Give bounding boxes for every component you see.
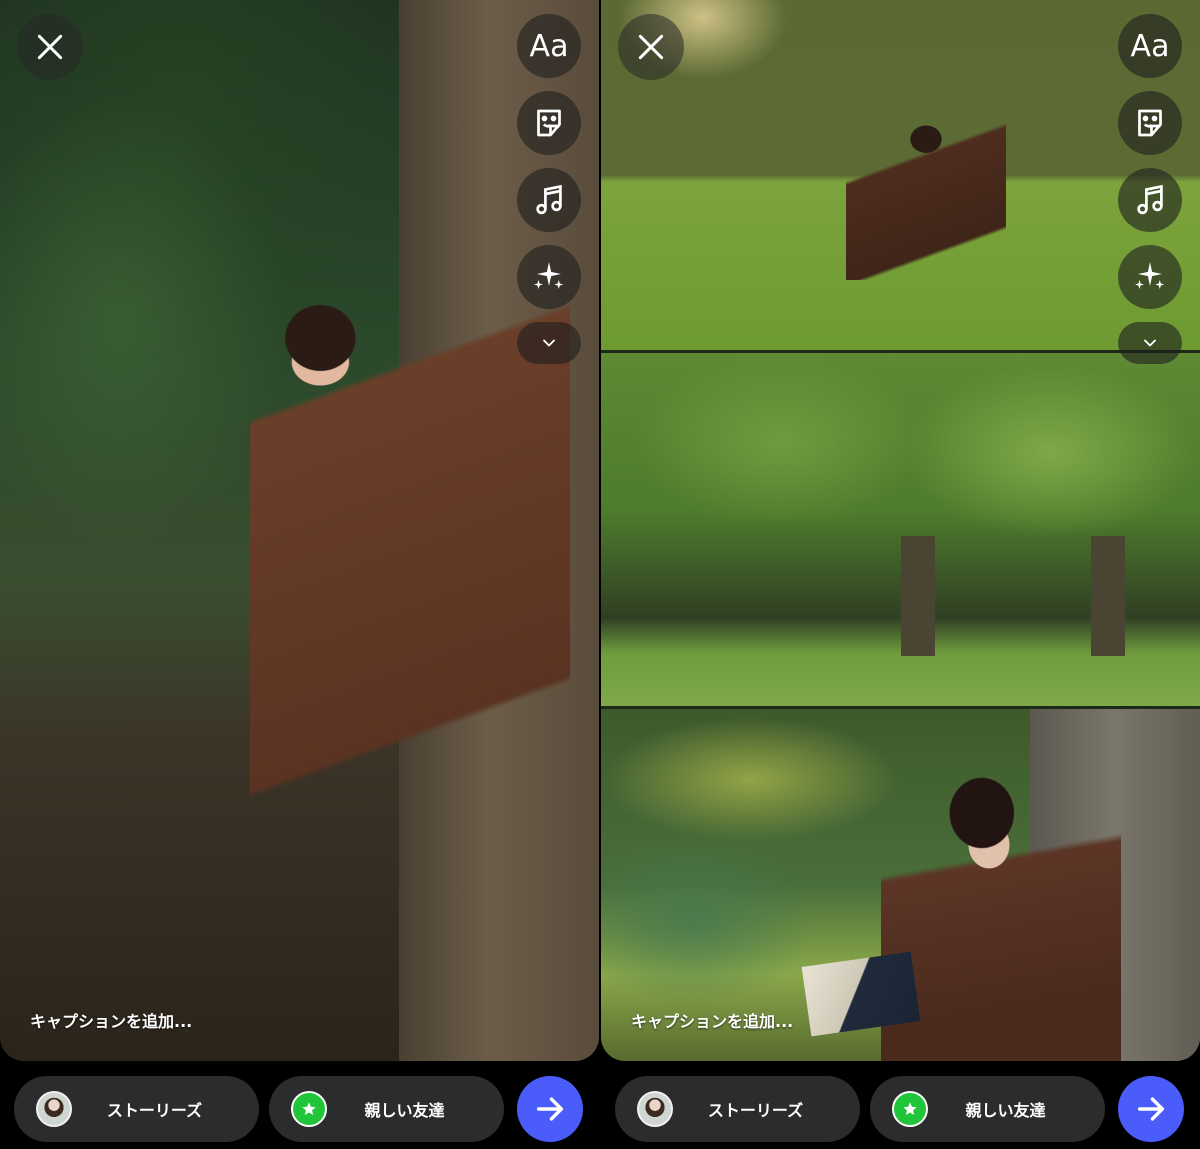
music-button[interactable] (1118, 168, 1182, 232)
send-button[interactable] (1118, 1076, 1184, 1142)
send-button[interactable] (517, 1076, 583, 1142)
caption-input[interactable]: キャプションを追加... (30, 1008, 192, 1032)
photo-forest-tree-portrait (0, 0, 599, 1061)
share-to-close-friends-button[interactable]: 親しい友達 (870, 1076, 1105, 1142)
chevron-down-icon (543, 339, 555, 347)
close-icon (37, 34, 63, 60)
music-icon (1137, 184, 1163, 215)
sticker-icon (537, 109, 561, 137)
story-editor-right: Aa キャプションを追加... ストーリーズ 親しい友達 (601, 0, 1200, 1149)
effects-button[interactable] (517, 245, 581, 309)
music-icon (536, 184, 562, 215)
story-canvas[interactable]: Aa キャプションを追加... (601, 0, 1200, 1061)
sparkle-effects-icon (534, 262, 564, 289)
star-icon (903, 1102, 917, 1115)
stories-label: ストーリーズ (106, 1101, 203, 1120)
photo-meadow-reading (601, 0, 1200, 350)
close-friends-badge (291, 1091, 327, 1127)
more-tools-button[interactable] (1118, 322, 1182, 364)
share-bar: ストーリーズ 親しい友達 (0, 1076, 599, 1142)
close-icon (638, 34, 664, 60)
avatar (637, 1091, 673, 1127)
more-tools-button[interactable] (517, 322, 581, 364)
person-figure (250, 290, 570, 890)
star-icon (302, 1102, 316, 1115)
tree-trunk (1091, 536, 1125, 656)
editing-tools: Aa (517, 14, 581, 364)
sticker-button[interactable] (517, 91, 581, 155)
story-editor-left: Aa キャプションを追加... ストーリーズ 親しい友達 (0, 0, 599, 1149)
arrow-right-icon (1137, 1097, 1165, 1121)
effects-button[interactable] (1118, 245, 1182, 309)
close-friends-badge (892, 1091, 928, 1127)
music-button[interactable] (517, 168, 581, 232)
text-tool-button[interactable]: Aa (517, 14, 581, 78)
share-bar: ストーリーズ 親しい友達 (601, 1076, 1200, 1142)
share-to-close-friends-button[interactable]: 親しい友達 (269, 1076, 504, 1142)
stories-label: ストーリーズ (707, 1101, 804, 1120)
text-tool-button[interactable]: Aa (1118, 14, 1182, 78)
caption-input[interactable]: キャプションを追加... (631, 1008, 793, 1032)
sticker-button[interactable] (1118, 91, 1182, 155)
editing-tools: Aa (1118, 14, 1182, 364)
chevron-down-icon (1144, 339, 1156, 347)
tree-trunk (901, 536, 935, 656)
arrow-right-icon (536, 1097, 564, 1121)
person-figure (846, 120, 1006, 280)
close-friends-label: 親しい友達 (364, 1101, 445, 1120)
close-button[interactable] (618, 14, 684, 80)
share-to-stories-button[interactable]: ストーリーズ (615, 1076, 860, 1142)
sparkle-effects-icon (1135, 262, 1165, 289)
photo-park-trees (601, 353, 1200, 706)
avatar (36, 1091, 72, 1127)
story-canvas[interactable]: Aa キャプションを追加... (0, 0, 599, 1061)
share-to-stories-button[interactable]: ストーリーズ (14, 1076, 259, 1142)
close-friends-label: 親しい友達 (965, 1101, 1046, 1120)
close-button[interactable] (17, 14, 83, 80)
sticker-icon (1138, 109, 1162, 137)
